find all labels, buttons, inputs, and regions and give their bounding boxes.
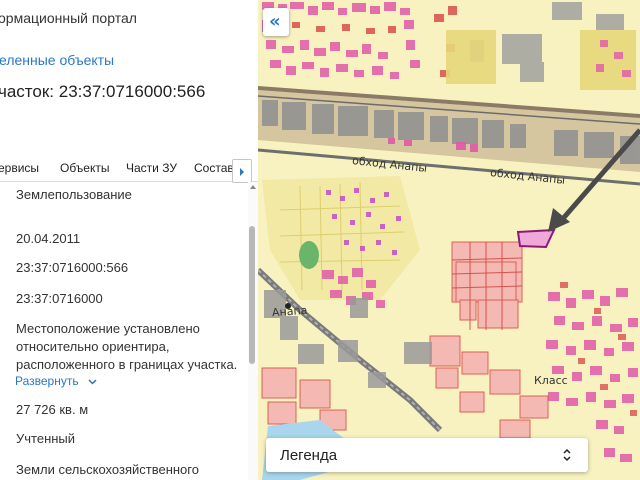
selected-objects-link[interactable]: еленные объекты xyxy=(0,52,114,68)
legend-dropdown[interactable]: Легенда xyxy=(266,438,588,472)
tab-services[interactable]: ервисы xyxy=(0,161,39,175)
cadastral-number-value: 23:37:0716000:566 xyxy=(16,260,129,275)
land-use-value: Землепользование xyxy=(16,187,132,202)
tab-scroll-next-button[interactable] xyxy=(232,159,252,183)
collapse-panel-button[interactable]: « xyxy=(263,8,289,36)
chevron-updown-icon xyxy=(563,448,571,462)
farmland-parcels xyxy=(451,241,523,329)
status-value: Учтенный xyxy=(16,431,76,446)
district-label: Класс xyxy=(534,374,568,387)
quarter-number-value: 23:37:0716000 xyxy=(16,291,103,306)
tab-composition[interactable]: Состав xyxy=(194,161,234,175)
expand-link[interactable]: Развернуть xyxy=(15,374,97,388)
location-line-3: расположенного в границах участка. xyxy=(16,357,238,372)
parcel-title: часток: 23:37:0716000:566 xyxy=(0,82,206,101)
city-label: Анапа xyxy=(271,303,308,320)
cadastral-map[interactable]: обход Анапы обход Анапы Анапа Класс xyxy=(258,0,640,480)
double-chevron-left-icon: « xyxy=(269,11,281,32)
scroll-thumb[interactable] xyxy=(249,226,255,364)
expand-label: Развернуть xyxy=(15,374,79,388)
parcel-details: Землепользование 20.04.2011 23:37:071600… xyxy=(0,182,248,480)
triangle-right-icon xyxy=(240,168,244,176)
chevron-down-icon xyxy=(88,379,97,385)
green-area xyxy=(299,241,319,269)
location-line-1: Местоположение установлено xyxy=(16,321,200,336)
date-value: 20.04.2011 xyxy=(16,231,81,246)
area-value: 27 726 кв. м xyxy=(16,402,89,417)
info-panel: ормационный портал еленные объекты часто… xyxy=(0,0,258,480)
location-line-2: относительно ориентира, xyxy=(16,339,170,354)
tab-parts[interactable]: Части ЗУ xyxy=(126,161,177,175)
scroll-up-arrow[interactable] xyxy=(250,185,256,189)
map-canvas[interactable] xyxy=(258,0,640,480)
tab-objects[interactable]: Объекты xyxy=(60,161,110,175)
legend-label: Легенда xyxy=(280,447,338,464)
tab-bar: ервисы Объекты Части ЗУ Состав xyxy=(0,157,258,181)
category-value: Земли сельскохозяйственного xyxy=(16,462,199,477)
portal-title: ормационный портал xyxy=(0,10,137,26)
